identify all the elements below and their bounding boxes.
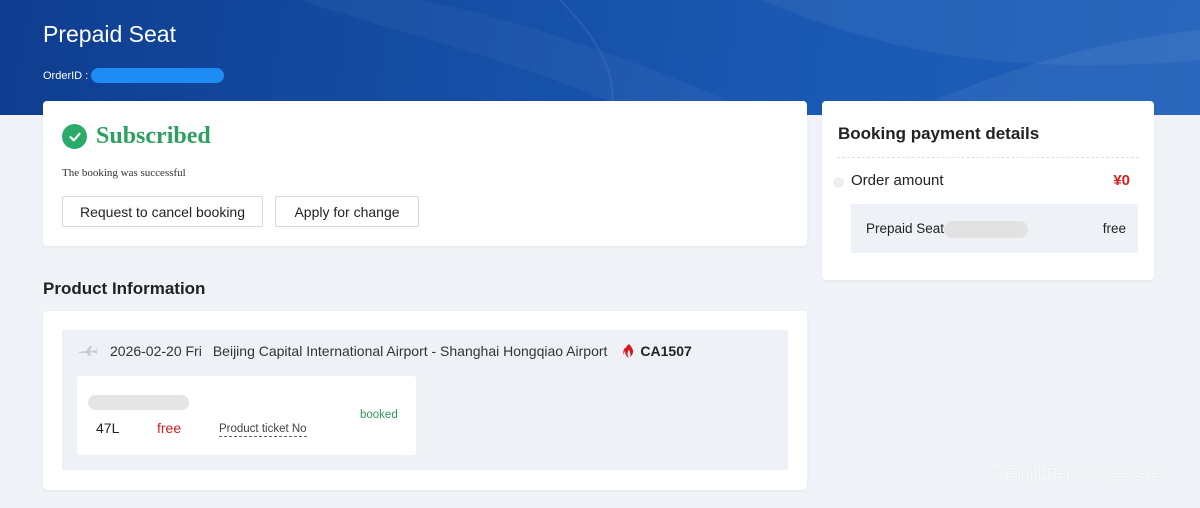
product-ticket-link[interactable]: Product ticket No: [219, 423, 307, 437]
payment-divider: [837, 157, 1139, 158]
ticket-card: 47L free Product ticket No booked: [77, 376, 416, 455]
status-row: Subscribed: [62, 123, 211, 150]
flight-number: CA1507: [640, 343, 692, 359]
line-item-label: Prepaid Seat: [866, 221, 945, 236]
payment-line-item: Prepaid Seat free: [851, 204, 1138, 253]
order-id-label: OrderID :: [43, 69, 89, 82]
order-id-redacted: [91, 68, 225, 83]
order-amount-value: ¥0: [1113, 172, 1130, 189]
line-item-redacted: [944, 221, 1028, 238]
flight-row: 2026-02-20 Fri Beijing Capital Internati…: [78, 343, 692, 359]
ticket-name-redacted: [88, 395, 189, 410]
cancel-booking-button[interactable]: Request to cancel booking: [62, 196, 263, 227]
bullet-icon: [833, 177, 844, 188]
status-title: Subscribed: [96, 123, 211, 149]
flight-route: Beijing Capital International Airport - …: [212, 343, 608, 359]
seat-price: free: [157, 420, 182, 436]
plane-icon: [79, 346, 98, 356]
order-amount-label: Order amount: [851, 172, 944, 189]
flight-box: 2026-02-20 Fri Beijing Capital Internati…: [62, 330, 788, 470]
seat-number: 47L: [96, 420, 120, 436]
flight-date: 2026-02-20 Fri: [110, 343, 202, 359]
page-title: Prepaid Seat: [43, 21, 176, 47]
header-banner: [0, 0, 1200, 115]
product-card: 2026-02-20 Fri Beijing Capital Internati…: [43, 311, 807, 490]
booking-status-card: Subscribed The booking was successful Re…: [43, 101, 807, 246]
banner-decoration: [300, 0, 1200, 115]
watermark: © Flight-Report - jaersene: [990, 465, 1163, 482]
air-china-logo-icon: [623, 344, 634, 358]
apply-change-button[interactable]: Apply for change: [275, 196, 419, 227]
product-section-title: Product Information: [43, 279, 206, 298]
check-circle-icon: [62, 124, 87, 149]
payment-details-card: Booking payment details Order amount ¥0 …: [822, 101, 1154, 280]
order-id: OrderID :: [43, 68, 225, 83]
status-subtitle: The booking was successful: [62, 167, 186, 179]
payment-title: Booking payment details: [838, 124, 1040, 143]
line-item-value: free: [1102, 221, 1126, 236]
ticket-status-badge: booked: [360, 409, 398, 421]
